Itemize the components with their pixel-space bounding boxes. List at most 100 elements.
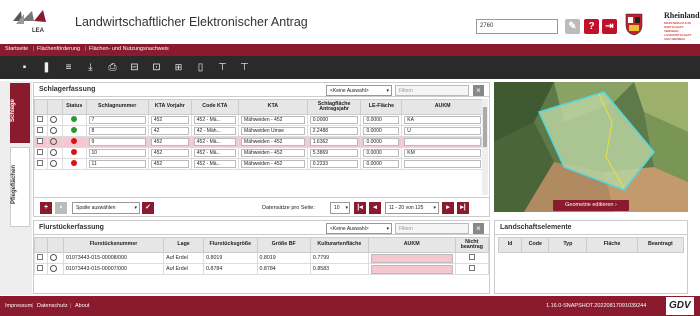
kta-vorjahr-cell-input[interactable]: 452 bbox=[150, 149, 189, 157]
schlagnummer-cell[interactable]: 10 bbox=[85, 147, 149, 159]
kta-vorjahr-cell[interactable]: 452 bbox=[147, 136, 192, 148]
schlagflaeche-cell[interactable]: 0.0000 bbox=[306, 114, 362, 126]
kta-cell[interactable]: Mähweiden - 452 bbox=[238, 147, 308, 159]
kta-vorjahr-cell-input[interactable]: 452 bbox=[150, 138, 189, 146]
schlagnummer-cell-input[interactable]: 9 bbox=[88, 138, 146, 146]
col-lage[interactable]: Lage bbox=[163, 237, 205, 253]
first-page-button[interactable]: |◂ bbox=[354, 202, 366, 214]
col-flurstuecksnummer[interactable]: Flurstücksnummer bbox=[62, 237, 165, 253]
col-typ[interactable]: Typ bbox=[548, 237, 588, 253]
row-zoom-cell[interactable] bbox=[47, 263, 64, 275]
kulturartenflaeche-cell[interactable]: 0.8583 bbox=[309, 263, 369, 275]
schlagnummer-cell[interactable]: 7 bbox=[85, 114, 149, 126]
filter-clear-icon[interactable]: ⊤ bbox=[238, 61, 251, 74]
info-icon[interactable]: ❚ bbox=[40, 61, 53, 74]
le-flaeche-cell[interactable]: 0.0000 bbox=[360, 147, 403, 159]
status-cell[interactable] bbox=[61, 125, 87, 137]
kta-vorjahr-cell[interactable]: 452 bbox=[147, 147, 192, 159]
aukm-cell[interactable]: U bbox=[401, 125, 484, 137]
schlagnummer-cell-input[interactable]: 10 bbox=[88, 149, 146, 157]
lage-cell[interactable]: Auf Erdel bbox=[163, 252, 205, 264]
schlagflaeche-cell-input[interactable]: 1.6362 bbox=[309, 138, 359, 146]
kta-cell[interactable]: Mähweiden - 452 bbox=[238, 158, 308, 170]
export-icon[interactable]: ⊡ bbox=[150, 61, 163, 74]
clear-filter-button[interactable]: × bbox=[473, 85, 484, 96]
kta-vorjahr-cell-input[interactable]: 452 bbox=[150, 116, 189, 124]
add-layer-icon[interactable]: ⊞ bbox=[172, 61, 185, 74]
schlagflaeche-cell-input[interactable]: 5.3869 bbox=[309, 149, 359, 157]
kta-cell-input[interactable]: Mähweiden - 452 bbox=[241, 138, 305, 146]
kta-vorjahr-cell[interactable]: 42 bbox=[147, 125, 192, 137]
zoom-to-icon[interactable] bbox=[50, 264, 58, 272]
aukm-cell[interactable] bbox=[401, 158, 484, 170]
aukm-cell-input[interactable] bbox=[404, 138, 481, 146]
row-checkbox[interactable] bbox=[37, 149, 43, 155]
kta-cell-input[interactable]: Mähweiden - 452 bbox=[241, 160, 305, 168]
flurstuecksgroesse-cell[interactable]: 0.8784 bbox=[203, 263, 258, 275]
row-zoom-cell[interactable] bbox=[47, 252, 64, 264]
aukm-cell-input[interactable]: KM bbox=[404, 149, 481, 157]
footer-impressum[interactable]: Impressum bbox=[5, 303, 32, 309]
table-row[interactable]: 9 452 452 - Mä... Mähweiden - 452 1.6362 0.00… bbox=[34, 136, 484, 148]
flurstuecksgroesse-cell[interactable]: 0.8019 bbox=[203, 252, 258, 264]
nicht-beantragt-checkbox[interactable] bbox=[468, 254, 475, 260]
col-beantragt[interactable]: Beantragt bbox=[636, 237, 685, 253]
footer-about[interactable]: About bbox=[75, 303, 89, 309]
col-schlagnummer[interactable]: Schlagnummer bbox=[85, 99, 149, 115]
print-icon[interactable]: ⎙ bbox=[106, 61, 119, 74]
aukm-cell-input[interactable]: U bbox=[404, 127, 481, 135]
aukm-cell[interactable]: KM bbox=[401, 147, 484, 159]
nicht-beantragt-checkbox[interactable] bbox=[468, 265, 475, 271]
row-checkbox[interactable] bbox=[37, 254, 43, 260]
lage-cell[interactable]: Auf Erdel bbox=[163, 263, 205, 275]
row-checkbox[interactable] bbox=[37, 127, 43, 133]
add-row-button[interactable]: + bbox=[40, 202, 52, 214]
row-select-cell[interactable] bbox=[34, 147, 48, 159]
le-flaeche-cell-input[interactable]: 0.0000 bbox=[363, 149, 400, 157]
aerial-map[interactable] bbox=[494, 82, 688, 212]
le-flaeche-cell-input[interactable]: 0.0000 bbox=[363, 138, 400, 146]
row-checkbox[interactable] bbox=[37, 138, 43, 144]
code-kta-cell-input[interactable]: 42 - Mäh... bbox=[193, 127, 237, 135]
kta-cell-input[interactable]: Mähweiden - 452 bbox=[241, 116, 305, 124]
zoom-to-icon[interactable] bbox=[49, 148, 57, 156]
table-row[interactable]: 01073443-015-00007/000 Auf Erdel 0.8784 0.8… bbox=[33, 263, 490, 275]
row-zoom-cell[interactable] bbox=[46, 158, 63, 170]
prev-page-button[interactable]: ◂ bbox=[369, 202, 381, 214]
nicht-beantragt-cell[interactable] bbox=[454, 252, 490, 264]
download-icon[interactable]: ⤓ bbox=[84, 61, 97, 74]
kulturartenflaeche-cell[interactable]: 0.7799 bbox=[309, 252, 369, 264]
flur-aukm-input[interactable] bbox=[370, 264, 453, 274]
groesse-bf-cell[interactable]: 0.8784 bbox=[256, 263, 311, 275]
zoom-to-icon[interactable] bbox=[49, 137, 57, 145]
page-range-select[interactable]: 11 - 20 von 125 ▾ bbox=[385, 202, 439, 214]
col-kta-vorjahr[interactable]: KTA Vorjahr bbox=[147, 99, 192, 115]
table-row[interactable]: 7 452 452 - Mä... Mähweiden - 452 0.0000 0.00… bbox=[34, 114, 484, 126]
operation-id-field[interactable]: 2760 bbox=[476, 19, 558, 34]
kta-vorjahr-cell[interactable]: 452 bbox=[147, 158, 192, 170]
flur-filter-select[interactable]: <Keine Auswahl> ▾ bbox=[326, 223, 392, 234]
col-kta[interactable]: KTA bbox=[238, 99, 308, 115]
le-flaeche-cell[interactable]: 0.0000 bbox=[360, 158, 403, 170]
zoom-to-icon[interactable] bbox=[50, 253, 58, 261]
footer-datenschutz[interactable]: Datenschutz bbox=[37, 303, 68, 309]
aukm-cell[interactable]: KA bbox=[401, 114, 484, 126]
le-flaeche-cell-input[interactable]: 0.0000 bbox=[363, 160, 400, 168]
table-row[interactable]: 8 42 42 - Mäh... Mähweiden Umse 2.2488 0.0000… bbox=[34, 125, 484, 137]
schlagflaeche-cell-input[interactable]: 0.0000 bbox=[309, 116, 359, 124]
breadcrumb-nutzungsnachweis[interactable]: Flächen- und Nutzungsnachweis bbox=[89, 46, 169, 52]
row-select-cell[interactable] bbox=[34, 158, 48, 170]
status-cell[interactable] bbox=[61, 114, 87, 126]
row-checkbox[interactable] bbox=[37, 116, 43, 122]
kta-cell[interactable]: Mähweiden Umse bbox=[238, 125, 308, 137]
kta-cell[interactable]: Mähweiden - 452 bbox=[238, 114, 308, 126]
code-kta-cell[interactable]: 452 - Mä... bbox=[190, 136, 240, 148]
schlagnummer-cell-input[interactable]: 8 bbox=[88, 127, 146, 135]
code-kta-cell-input[interactable]: 452 - Mä... bbox=[193, 149, 237, 157]
code-kta-cell[interactable]: 452 - Mä... bbox=[190, 114, 240, 126]
nicht-beantragt-cell[interactable] bbox=[454, 263, 490, 275]
col-flurstuecksgroesse[interactable]: Flurstücksgröße bbox=[203, 237, 258, 253]
help-button[interactable]: ? bbox=[584, 19, 599, 34]
col-id[interactable]: Id bbox=[497, 237, 523, 253]
schlagnummer-cell[interactable]: 9 bbox=[85, 136, 149, 148]
